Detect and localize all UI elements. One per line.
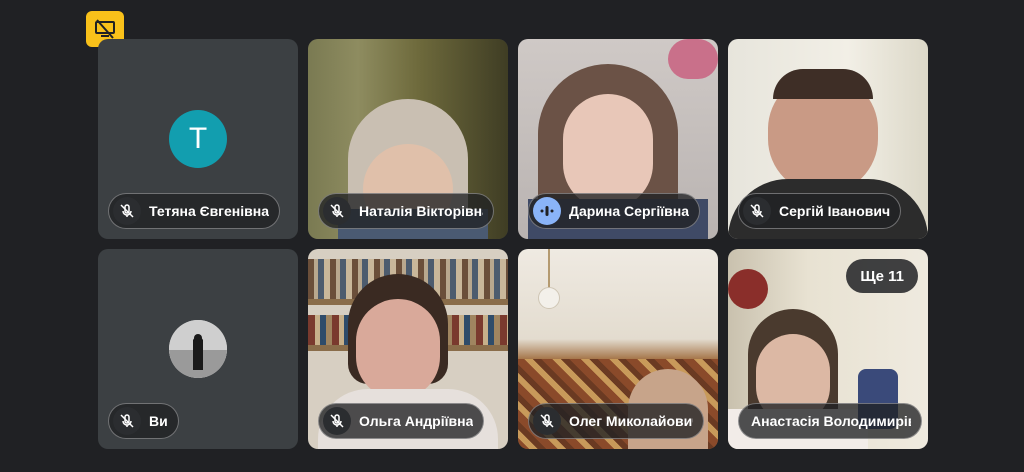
mic-off-icon <box>323 197 351 225</box>
participant-name: Наталія Вікторівна <box>359 203 483 219</box>
participant-name: Дарина Сергіївна <box>569 203 690 219</box>
participant-name: Сергій Іванович <box>779 203 891 219</box>
participant-name-pill: Ви <box>108 403 179 439</box>
participant-tile[interactable]: Олег Миколайович <box>518 249 718 449</box>
audio-level-icon <box>533 197 561 225</box>
mic-off-icon <box>743 197 771 225</box>
participant-name: Ви <box>149 413 168 429</box>
participant-tile[interactable]: T Тетяна Євгенівна <box>98 39 298 239</box>
participant-name-pill: Олег Миколайович <box>528 403 704 439</box>
participant-tile[interactable]: Ольга Андріївна <box>308 249 508 449</box>
screen-share-off-icon <box>95 19 115 39</box>
participant-name-pill: Ольга Андріївна <box>318 403 485 439</box>
mic-off-icon <box>113 407 141 435</box>
participant-name: Тетяна Євгенівна <box>149 203 269 219</box>
participant-name-pill: Анастасія Володимирівна <box>738 403 922 439</box>
participant-name: Анастасія Володимирівна <box>751 413 911 429</box>
avatar: T <box>169 110 227 168</box>
participant-tile[interactable]: Дарина Сергіївна <box>518 39 718 239</box>
participant-name-pill: Сергій Іванович <box>738 193 902 229</box>
participant-tile[interactable]: Сергій Іванович <box>728 39 928 239</box>
participant-name: Олег Миколайович <box>569 413 693 429</box>
participant-name-pill: Дарина Сергіївна <box>528 193 701 229</box>
participant-tile-self[interactable]: Ви <box>98 249 298 449</box>
participant-tile[interactable]: Ще 11 Анастасія Володимирівна <box>728 249 928 449</box>
participant-name: Ольга Андріївна <box>359 413 474 429</box>
mic-off-icon <box>323 407 351 435</box>
participant-tile[interactable]: Наталія Вікторівна <box>308 39 508 239</box>
participant-name-pill: Тетяна Євгенівна <box>108 193 280 229</box>
mic-off-icon <box>113 197 141 225</box>
more-participants-button[interactable]: Ще 11 <box>846 259 918 293</box>
participant-name-pill: Наталія Вікторівна <box>318 193 494 229</box>
mic-off-icon <box>533 407 561 435</box>
avatar <box>169 320 227 378</box>
